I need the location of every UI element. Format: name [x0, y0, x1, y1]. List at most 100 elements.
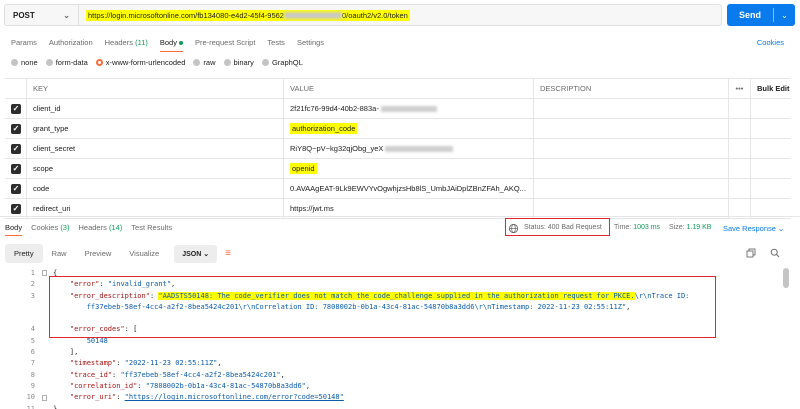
table-row: ✓ scope openid [5, 159, 791, 179]
fold-icon[interactable] [42, 270, 47, 276]
url-input[interactable]: https://login.microsoftonline.com/fb1340… [79, 5, 721, 25]
more-cell [729, 119, 751, 138]
row-checkbox[interactable]: ✓ [5, 159, 27, 178]
json-value: "ff37ebeb-58ef-4cc4-a2f2-8bea5424c201" [120, 370, 281, 379]
tab-settings[interactable]: Settings [297, 38, 324, 47]
line-gutter: 1 2 3 4 5 6 7 8 9 10 11 [5, 268, 35, 409]
line-number: 4 [30, 325, 35, 334]
method-label: POST [13, 10, 35, 20]
url-redacted [283, 12, 342, 20]
vertical-scrollbar[interactable] [783, 268, 789, 288]
wrap-lines-icon[interactable]: ≡ [225, 248, 231, 259]
radio-binary[interactable]: binary [223, 58, 254, 67]
header-value: VALUE [284, 79, 534, 98]
description-cell[interactable] [534, 179, 729, 198]
more-options-icon[interactable]: ••• [729, 79, 751, 98]
status-readout: Status: 400 Bad Request [524, 224, 602, 231]
value-cell[interactable]: authorization_code [284, 119, 534, 138]
view-visualize[interactable]: Visualize [120, 244, 168, 263]
redacted-text [385, 145, 454, 152]
json-key: "timestamp" [69, 359, 117, 368]
value-cell[interactable]: openid [284, 159, 534, 178]
send-button[interactable]: Send ⌄ [727, 4, 795, 26]
bulk-edit-button[interactable]: Bulk Edit [751, 79, 791, 98]
row-checkbox[interactable]: ✓ [5, 99, 27, 118]
tab-params[interactable]: Params [11, 38, 37, 47]
radio-urlencoded[interactable]: x-www-form-urlencoded [95, 58, 186, 67]
chevron-down-icon: ⌄ [203, 250, 210, 258]
key-cell[interactable]: code [27, 179, 284, 198]
json-value: "2022-11-23 02:55:11Z" [124, 359, 218, 368]
chevron-down-icon[interactable]: ⌄ [774, 11, 795, 20]
more-cell [729, 139, 751, 158]
tab-body[interactable]: Body [159, 38, 184, 52]
line-number: 3 [30, 291, 35, 300]
code-line: } [53, 404, 58, 409]
search-icon[interactable] [770, 248, 780, 258]
key-cell[interactable]: client_id [27, 99, 284, 118]
radio-none[interactable]: none [11, 58, 38, 67]
radio-icon [11, 59, 18, 66]
format-select[interactable]: JSON ⌄ [174, 244, 218, 263]
description-cell[interactable] [534, 99, 729, 118]
row-checkbox[interactable]: ✓ [5, 179, 27, 198]
time-readout: Time: 1003 ms [614, 224, 660, 231]
response-tab-body[interactable]: Body [5, 223, 23, 236]
section-divider [0, 216, 800, 217]
copy-icon[interactable] [746, 248, 756, 258]
tab-tests[interactable]: Tests [267, 38, 285, 47]
key-cell[interactable]: scope [27, 159, 284, 178]
tab-label: Settings [296, 38, 325, 47]
line-number: 6 [30, 348, 35, 357]
response-tabs: Body Cookies (3) Headers (14) Test Resul… [5, 223, 181, 236]
radio-label: x-www-form-urlencoded [105, 58, 186, 67]
row-checkbox[interactable]: ✓ [5, 139, 27, 158]
response-tab-test-results[interactable]: Test Results [131, 223, 172, 232]
method-select[interactable]: POST ⌄ [5, 5, 79, 25]
tab-label: Params [11, 38, 37, 47]
code-line: ], [69, 348, 79, 357]
format-label: JSON [182, 250, 202, 258]
radio-raw[interactable]: raw [193, 58, 216, 67]
key-cell[interactable]: client_secret [27, 139, 284, 158]
send-label: Send [738, 10, 761, 20]
header-check-cell [5, 79, 27, 98]
value-cell[interactable]: 2f21fc76-99d4-40b2-883a- [284, 99, 534, 118]
view-raw[interactable]: Raw [43, 244, 76, 263]
fold-icon[interactable] [42, 395, 47, 401]
radio-graphql[interactable]: GraphQL [261, 58, 303, 67]
tab-headers[interactable]: Headers (11) [105, 38, 148, 47]
radio-selected-icon [95, 59, 103, 66]
save-response-button[interactable]: Save Response ⌄ [723, 224, 784, 233]
radio-form-data[interactable]: form-data [45, 58, 88, 67]
description-cell[interactable] [534, 119, 729, 138]
line-number [5, 313, 35, 324]
url-suffix: 0/oauth2/v2.0/token [341, 10, 408, 20]
value-text: RiY8Q~pV~kg32qjObg_yeX [290, 144, 384, 153]
json-link[interactable]: "https://login.microsoftonline.com/error… [125, 393, 344, 401]
key-cell[interactable]: grant_type [27, 119, 284, 138]
value-cell[interactable]: 0.AVAAgEAT-9Lk9EWVYvOgwhjzsHb8lS_UmbJAiD… [284, 179, 534, 198]
code-line: "trace_id": "ff37ebeb-58ef-4cc4-a2f2-8be… [69, 370, 285, 379]
tab-pre-request-script[interactable]: Pre-request Script [195, 38, 255, 47]
value-cell[interactable]: RiY8Q~pV~kg32qjObg_yeX [284, 139, 534, 158]
description-cell[interactable] [534, 159, 729, 178]
response-tab-headers[interactable]: Headers (14) [78, 223, 122, 232]
tab-label: Body [159, 38, 177, 47]
tab-authorization[interactable]: Authorization [49, 38, 93, 47]
row-checkbox[interactable]: ✓ [5, 119, 27, 138]
description-cell[interactable] [534, 139, 729, 158]
view-preview[interactable]: Preview [76, 244, 121, 263]
response-tab-cookies[interactable]: Cookies (3) [31, 223, 69, 232]
radio-label: GraphQL [271, 58, 303, 67]
radio-label: raw [203, 58, 216, 67]
code-line: "timestamp": "2022-11-23 02:55:11Z", [69, 359, 222, 368]
line-number: 11 [26, 404, 35, 409]
cookies-link[interactable]: Cookies [757, 38, 784, 47]
more-cell [729, 179, 751, 198]
tab-label: Body [5, 223, 23, 232]
view-pretty[interactable]: Pretty [5, 244, 43, 263]
globe-icon[interactable] [508, 223, 519, 234]
line-number: 7 [30, 359, 35, 368]
tab-label: Cookies [31, 223, 59, 232]
